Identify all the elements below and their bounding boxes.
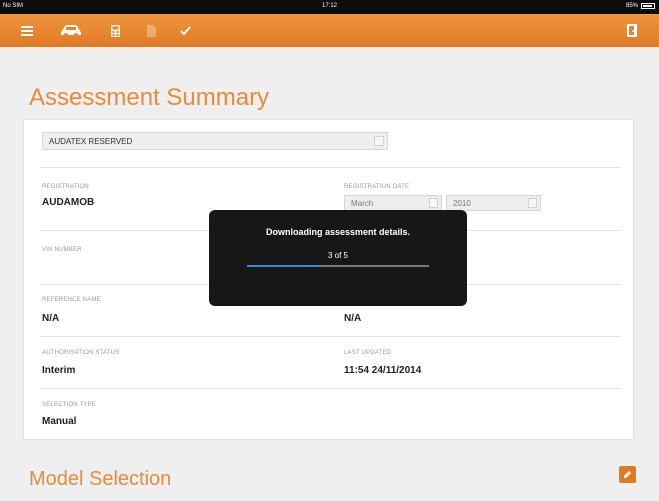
battery-icon: [641, 3, 655, 9]
battery-status: 85%: [626, 3, 655, 9]
authorisation-status-value: Interim: [42, 365, 76, 376]
progress-count: 3 of 5: [327, 251, 348, 260]
checkmark-icon[interactable]: [178, 14, 192, 47]
exit-door-icon[interactable]: [625, 14, 639, 47]
registration-year-value: 2010: [453, 199, 471, 208]
selection-type-value: Manual: [42, 416, 77, 427]
status-bar: No SIM 17:12 85%: [0, 0, 659, 14]
last-updated-value: 11:54 24/11/2014: [344, 365, 422, 376]
menu-icon[interactable]: [19, 14, 35, 47]
dropdown-arrow-icon: [429, 198, 438, 208]
car-icon[interactable]: [58, 14, 84, 47]
vin-number-label: VIN NUMBER: [42, 247, 82, 253]
registration-month-select[interactable]: March: [344, 195, 442, 211]
section-title: Model Selection: [29, 468, 172, 490]
divider: [40, 336, 621, 337]
registration-label: REGISTRATION: [42, 184, 89, 190]
edit-pencil-icon: [624, 471, 631, 478]
reference-name-value: N/A: [42, 313, 60, 324]
toolbar: [0, 14, 659, 47]
divider: [40, 167, 621, 168]
calculator-icon[interactable]: [109, 14, 121, 47]
battery-percent: 85%: [625, 3, 638, 9]
reserved-select-value: AUDATEX RESERVED: [49, 137, 133, 146]
document-icon[interactable]: [145, 14, 157, 47]
authorisation-status-label: AUTHORISATION STATUS: [42, 350, 120, 356]
progress-bar-fill: [247, 265, 320, 267]
page-title: Assessment Summary: [29, 84, 270, 111]
registration-value: AUDAMOB: [42, 197, 95, 208]
reference-right-value: N/A: [344, 313, 362, 324]
reserved-select[interactable]: AUDATEX RESERVED: [42, 132, 388, 150]
progress-message: Downloading assessment details.: [265, 227, 411, 237]
registration-month-value: March: [351, 199, 374, 208]
registration-year-select[interactable]: 2010: [446, 195, 541, 211]
dropdown-arrow-icon: [374, 136, 384, 146]
clock-text: 17:12: [321, 3, 337, 9]
progress-bar: [247, 265, 429, 267]
registration-date-label: REGISTRATION DATE: [344, 184, 410, 190]
selection-type-label: SELECTION TYPE: [42, 402, 97, 408]
last-updated-label: LAST UPDATED: [344, 350, 392, 356]
download-progress-dialog: Downloading assessment details. 3 of 5: [209, 210, 467, 306]
reference-name-label: REFERENCE NAME: [42, 297, 101, 303]
dropdown-arrow-icon: [528, 198, 537, 208]
edit-model-selection-button[interactable]: [619, 466, 636, 483]
divider: [40, 388, 621, 389]
